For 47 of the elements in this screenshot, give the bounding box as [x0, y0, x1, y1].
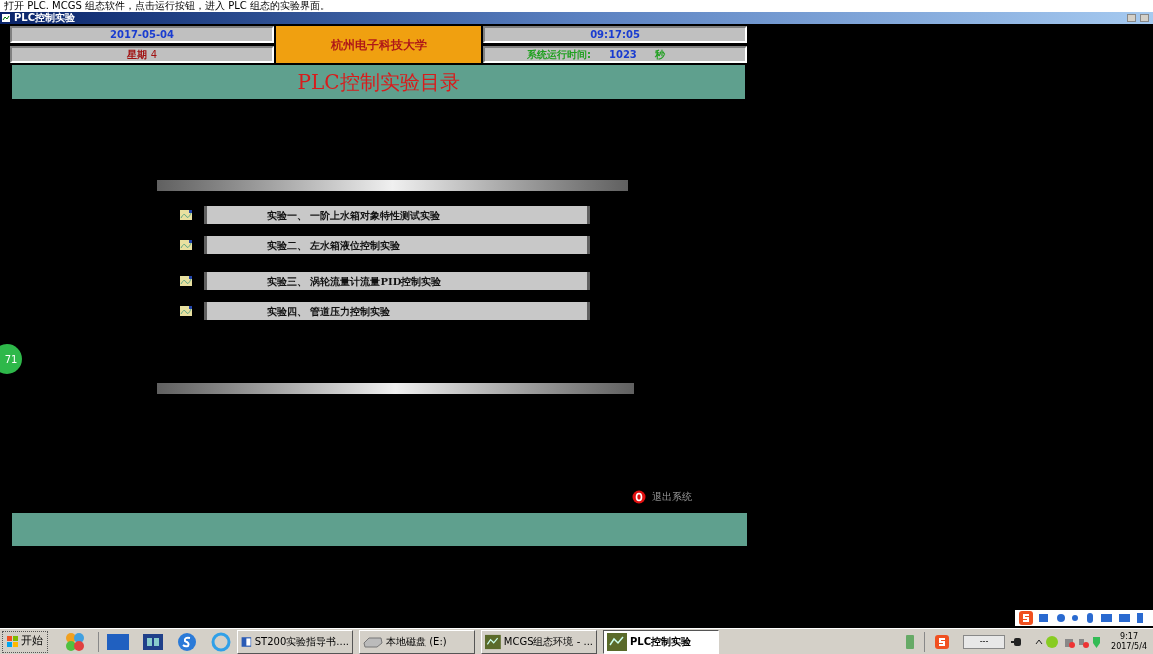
weekday-value: 4 — [150, 48, 158, 62]
school-name: 杭州电子科技大学 — [276, 26, 481, 63]
plug-icon[interactable] — [1011, 636, 1024, 647]
ime-icon[interactable] — [935, 634, 950, 649]
title-banner: PLC控制实验目录 — [12, 65, 745, 99]
tray-icons-drawing[interactable] — [1035, 634, 1102, 649]
minimize-button[interactable] — [1127, 14, 1136, 22]
time-field: 09:17:05 — [483, 26, 747, 43]
taskbar-task[interactable]: 本地磁盘 (E:) — [359, 629, 475, 654]
clock-time: 9:17 — [1120, 631, 1138, 642]
app-launcher-icon[interactable] — [64, 631, 86, 652]
power-icon — [632, 489, 646, 504]
experiment-button[interactable]: 实验二、 左水箱液位控制实验 — [204, 236, 590, 254]
runtime-label: 系统运行时间: — [527, 48, 591, 62]
experiment-button[interactable]: 实验三、 涡轮流量计流量PID控制实验 — [204, 272, 590, 290]
ime-icon — [1019, 611, 1033, 625]
clock-date: 2017/5/4 — [1111, 641, 1147, 652]
app-icon — [607, 632, 627, 651]
tray-field[interactable]: --- — [963, 634, 1006, 649]
drive-icon — [363, 635, 383, 648]
window-title: PLC控制实验 — [14, 12, 76, 24]
taskbar-task[interactable]: PLC控制实验 — [603, 629, 719, 654]
window-icon — [2, 14, 10, 22]
chart-icon — [180, 240, 192, 250]
date-field: 2017-05-04 — [10, 26, 274, 43]
chart-icon — [180, 210, 192, 220]
usb-icon[interactable] — [906, 634, 915, 649]
app-icon — [485, 632, 501, 651]
restore-button[interactable] — [1140, 14, 1149, 22]
runtime-value: 1023 — [609, 48, 637, 62]
chart-icon — [180, 306, 192, 316]
caption-text: 打开 PLC. MCGS 组态软件，点击运行按钮，进入 PLC 组态的实验界面。 — [3, 0, 330, 12]
chart-icon — [180, 276, 192, 286]
taskbar-task[interactable]: MCGS组态环境 - ... — [481, 629, 597, 654]
runtime-unit: 秒 — [654, 48, 665, 62]
taskbar-task[interactable]: ST200实验指导书.... — [237, 629, 353, 654]
experiment-button[interactable]: 实验一、 一阶上水箱对象特性测试实验 — [204, 206, 590, 224]
exit-button[interactable]: 退出系统 — [632, 489, 692, 504]
weekday-label: 星期 — [126, 48, 147, 62]
side-badge: 71 — [0, 344, 22, 374]
desktop-icon[interactable] — [107, 633, 129, 650]
ime-toolbar[interactable] — [1015, 610, 1153, 626]
window-switch-icon[interactable] — [143, 633, 163, 650]
windows-logo-icon — [7, 635, 19, 648]
browser-icon[interactable] — [177, 631, 197, 652]
experiment-button[interactable]: 实验四、 管道压力控制实验 — [204, 302, 590, 320]
start-button[interactable]: 开始 — [2, 630, 48, 653]
